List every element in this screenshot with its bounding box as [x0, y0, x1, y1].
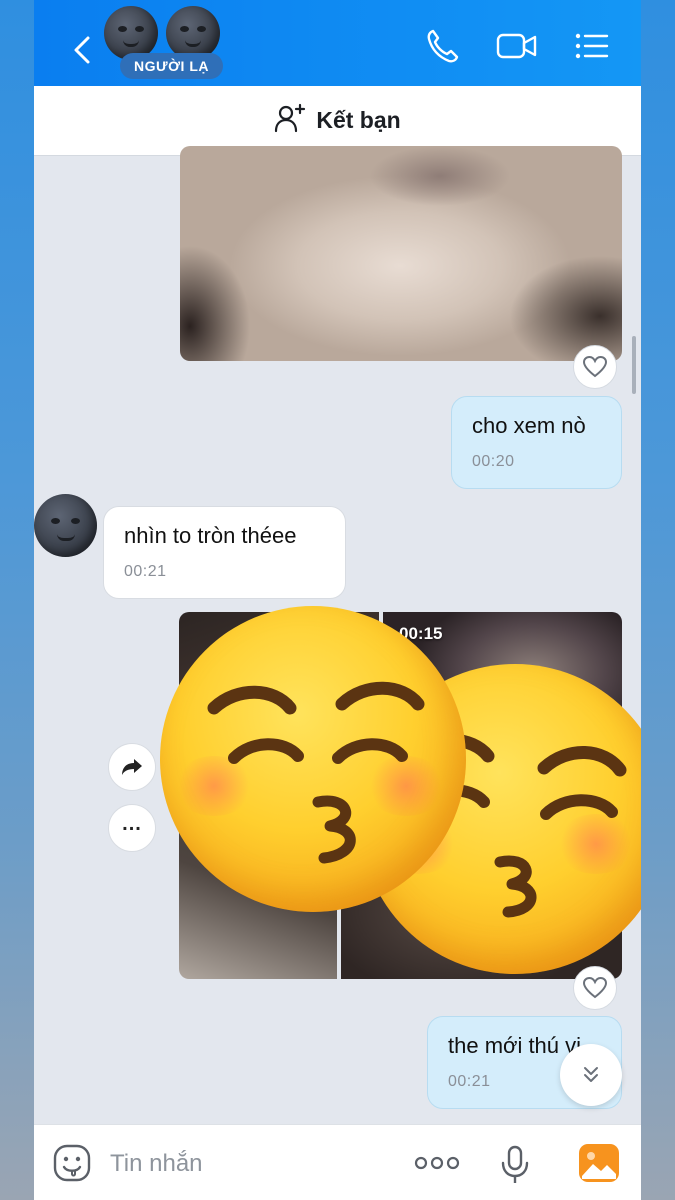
message-input[interactable] [110, 1147, 380, 1181]
heart-icon[interactable] [573, 345, 617, 389]
more-options-icon[interactable] [414, 1153, 460, 1178]
avatar[interactable] [34, 494, 97, 557]
kissing-face-emoji-sticker [160, 606, 466, 912]
message-text: nhìn to tròn théee [124, 523, 297, 548]
avatar[interactable] [104, 6, 158, 60]
input-bar [34, 1124, 641, 1200]
share-forward-icon[interactable] [108, 743, 156, 791]
phone-icon[interactable] [426, 28, 460, 69]
message-text: cho xem nò [472, 413, 586, 438]
microphone-icon[interactable] [500, 1145, 530, 1190]
add-person-icon [274, 103, 306, 138]
video-camera-icon[interactable] [496, 28, 538, 69]
scroll-down-icon[interactable] [560, 1044, 622, 1106]
chat-header: NGƯỜI LẠ [34, 0, 641, 86]
stranger-badge: NGƯỜI LẠ [120, 53, 223, 79]
sticker-icon[interactable] [52, 1143, 92, 1188]
image-gallery-icon[interactable] [578, 1143, 620, 1188]
back-icon[interactable] [68, 30, 98, 70]
message-bubble[interactable]: nhìn to tròn théee 00:21 [103, 506, 346, 599]
chat-screen: NGƯỜI LẠ Kết bạn cho xem nò 00:20 nhìn t… [34, 0, 641, 1200]
list-menu-icon[interactable] [574, 28, 610, 69]
add-friend-label: Kết bạn [316, 107, 401, 133]
image-message[interactable] [180, 146, 622, 361]
scrollbar[interactable] [632, 336, 636, 394]
message-bubble[interactable]: cho xem nò 00:20 [451, 396, 622, 489]
more-options-icon[interactable]: ... [108, 804, 156, 852]
avatar[interactable] [166, 6, 220, 60]
message-time: 00:21 [124, 563, 167, 580]
message-time: 00:20 [472, 453, 515, 470]
